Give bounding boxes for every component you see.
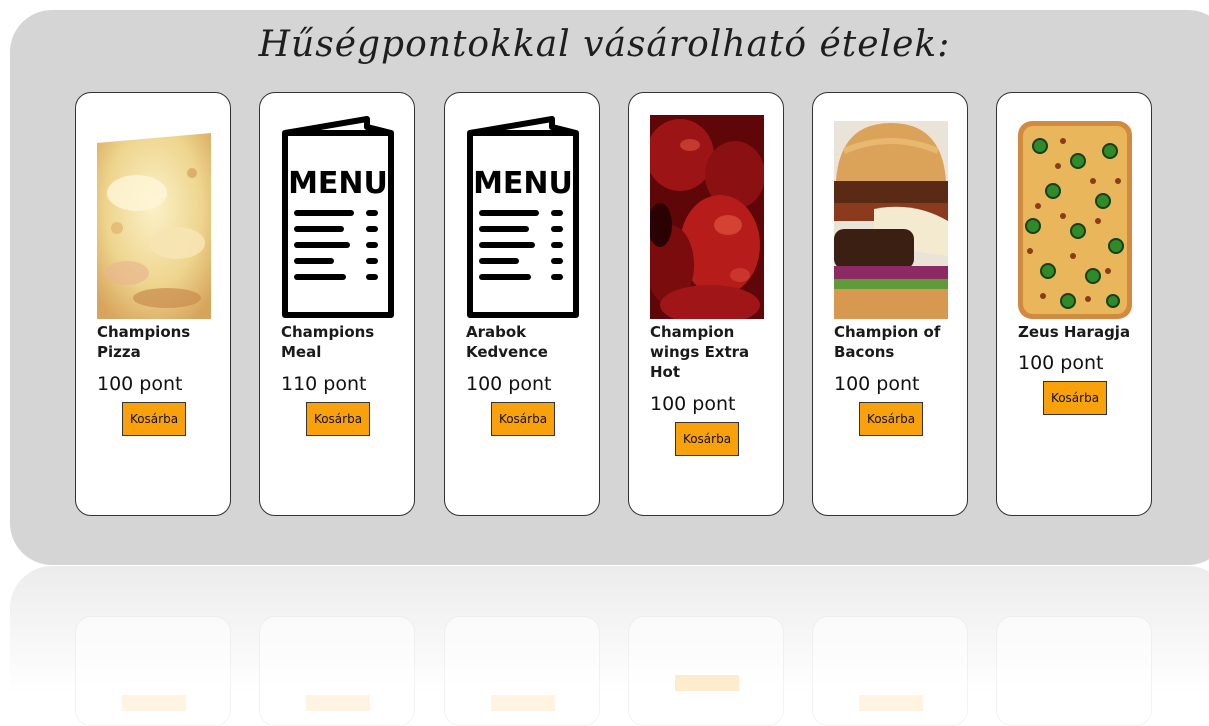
product-card-arabok-kedvence: MENU Arabok Kedvence 100 pont Kosárba <box>444 92 600 516</box>
reflection-card <box>812 616 968 726</box>
add-to-cart-button[interactable]: Kosárba <box>491 402 555 436</box>
product-card-champions-meal: MENU Champions Meal 110 pont Kosárba <box>259 92 415 516</box>
product-name: Champions Meal <box>281 323 375 361</box>
add-to-cart-button[interactable]: Kosárba <box>859 402 923 436</box>
product-points: 100 pont <box>1018 352 1104 374</box>
pizza-image <box>97 133 211 319</box>
add-to-cart-button[interactable]: Kosárba <box>675 422 739 456</box>
product-name: Champion of Bacons <box>834 323 941 361</box>
product-name: Arabok Kedvence <box>466 323 548 361</box>
product-points: 100 pont <box>97 373 183 395</box>
product-card-zeus-haragja: Zeus Haragja 100 pont Kosárba <box>996 92 1152 516</box>
page-title: Hűségpontokkal vásárolható ételek: <box>258 24 951 65</box>
product-card-champion-wings-extra-hot: Champion wings Extra Hot 100 pont Kosárb… <box>628 92 784 516</box>
add-to-cart-button[interactable]: Kosárba <box>306 402 370 436</box>
burger-image <box>834 121 948 319</box>
add-to-cart-button[interactable]: Kosárba <box>122 402 186 436</box>
product-name: Zeus Haragja <box>1018 323 1131 341</box>
reflection-card <box>75 616 231 726</box>
product-card-champion-of-bacons: Champion of Bacons 100 pont Kosárba <box>812 92 968 516</box>
product-points: 100 pont <box>834 373 920 395</box>
reflection-card <box>259 616 415 726</box>
reflection-card <box>628 616 784 726</box>
reflection-card <box>444 616 600 726</box>
panel-reflection <box>10 566 1209 726</box>
menu-icon: MENU <box>281 115 395 319</box>
add-to-cart-button[interactable]: Kosárba <box>1043 381 1107 415</box>
product-points: 100 pont <box>650 393 736 415</box>
svg-text:MENU: MENU <box>288 166 388 201</box>
product-card-champions-pizza: Champions Pizza 100 pont Kosárba <box>75 92 231 516</box>
product-name: Champion wings Extra Hot <box>650 323 750 381</box>
menu-icon: MENU <box>466 115 580 319</box>
chicken-wings-image <box>650 115 764 319</box>
reflection-card <box>996 616 1152 726</box>
product-points: 110 pont <box>281 373 367 395</box>
product-name: Champions Pizza <box>97 323 191 361</box>
product-points: 100 pont <box>466 373 552 395</box>
jalapeno-pizza-image <box>1018 121 1132 319</box>
svg-text:MENU: MENU <box>473 166 573 201</box>
